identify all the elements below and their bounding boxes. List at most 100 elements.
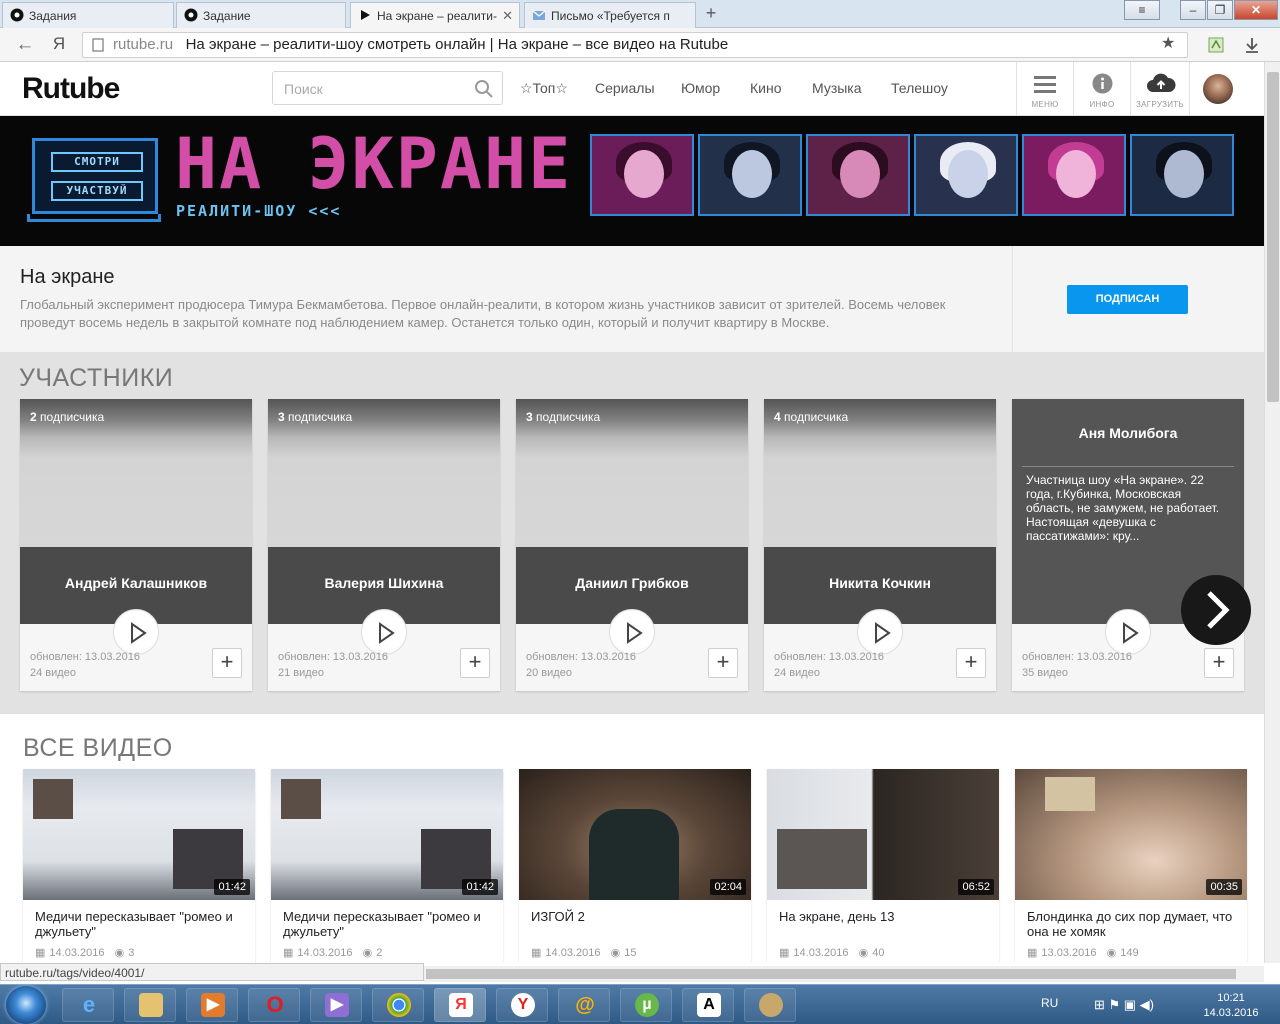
participant-card[interactable]: 3 подписчика Валерия Шихина обновлен: 13… [268,399,500,691]
video-card[interactable]: 06:52 На экране, день 13 ▦ 14.03.2016 ◉ 40 [767,769,999,963]
video-card[interactable]: 01:42 Медичи пересказывает "ромео и джул… [23,769,255,963]
maximize-button[interactable]: ❐ [1207,0,1233,20]
participant-name[interactable]: Валерия Шихина [268,575,500,591]
extension-icon[interactable] [1207,36,1225,54]
bookmark-star-icon[interactable]: ★ [1161,33,1175,53]
participant-card[interactable]: 3 подписчика Даниил Грибков обновлен: 13… [516,399,748,691]
banner-watch-button[interactable]: СМОТРИ [51,152,143,172]
taskbar-media-icon[interactable]: ▶ [186,988,238,1022]
taskbar-explorer-icon[interactable] [124,988,176,1022]
views-eye-icon: ◉ [858,947,869,959]
nav-top[interactable]: ☆Топ☆ [520,80,568,97]
taskbar-font-icon[interactable]: A [682,988,734,1022]
video-thumbnail[interactable]: 02:04 [519,769,751,900]
taskbar-opera-icon[interactable]: O [248,988,300,1022]
tab-pismo[interactable]: Письмо «Требуется п [524,2,696,28]
participant-name[interactable]: Андрей Калашников [20,575,252,591]
nav-music[interactable]: Музыка [812,80,862,96]
info-label: ИНФО [1089,100,1115,109]
tab-na-ekrane[interactable]: На экране – реалити- ✕ [350,2,520,28]
nav-serials[interactable]: Сериалы [595,80,655,96]
tab-zadanie[interactable]: Задание [176,2,346,28]
add-button[interactable]: + [460,648,490,678]
play-button[interactable] [1105,609,1151,655]
taskbar-utorrent-icon[interactable]: µ [620,988,672,1022]
chevron-right-icon [1207,591,1230,629]
nav-tvshow[interactable]: Телешоу [891,80,948,96]
tab-zadaniya[interactable]: Задания [2,2,174,28]
tray-icons[interactable]: ⊞ ⚑ ▣ ◀) [1094,997,1154,1013]
video-title[interactable]: Медичи пересказывает "ромео и джульету" [35,909,247,939]
back-arrow-icon[interactable]: ← [14,34,36,56]
video-thumbnail[interactable]: 01:42 [23,769,255,900]
play-button[interactable] [113,609,159,655]
participant-name[interactable]: Никита Кочкин [764,575,996,591]
info-button[interactable]: ИНФО [1073,62,1130,116]
tab-title: Письмо «Требуется п [551,9,670,23]
scrollbar-thumb[interactable] [426,969,1236,979]
tab-close-icon[interactable]: ✕ [502,8,513,24]
horizontal-scrollbar[interactable] [424,966,1264,982]
video-card[interactable]: 02:04 ИЗГОЙ 2 ▦ 14.03.2016 ◉ 15 [519,769,751,963]
taskbar-ie-icon[interactable]: e [62,988,114,1022]
system-clock[interactable]: 10:21 14.03.2016 [1196,991,1266,1021]
divider [1022,466,1234,467]
add-button[interactable]: + [708,648,738,678]
play-button[interactable] [361,609,407,655]
participant-name[interactable]: Даниил Грибков [516,575,748,591]
nav-humor[interactable]: Юмор [681,80,720,96]
taskbar-yandex-browser-icon[interactable]: Я [434,988,486,1022]
scrollbar-thumb[interactable] [1267,72,1279,402]
banner-title: НА ЭКРАНЕ [175,123,573,205]
taskbar-video-icon[interactable]: ▶ [310,988,362,1022]
participant-card[interactable]: 2 подписчика Андрей Калашников обновлен:… [20,399,252,691]
download-icon[interactable] [1243,36,1261,54]
video-thumbnail[interactable]: 00:35 [1015,769,1247,900]
page-icon [92,38,104,52]
video-thumbnail[interactable]: 01:42 [271,769,503,900]
video-thumbnail[interactable]: 06:52 [767,769,999,900]
taskbar-mail-agent-icon[interactable]: @ [558,988,610,1022]
participant-card[interactable]: 4 подписчика Никита Кочкин обновлен: 13.… [764,399,996,691]
play-button[interactable] [857,609,903,655]
show-banner: СМОТРИ УЧАСТВУЙ НА ЭКРАНЕ РЕАЛИТИ-ШОУ <<… [0,116,1264,246]
minimize-button[interactable]: – [1180,0,1206,20]
window-settings-button[interactable]: ≡ [1124,0,1160,20]
add-button[interactable]: + [1204,648,1234,678]
add-button[interactable]: + [956,648,986,678]
banner-join-button[interactable]: УЧАСТВУЙ [51,181,143,201]
play-icon [1123,622,1139,644]
video-title[interactable]: ИЗГОЙ 2 [531,909,743,924]
participant-name[interactable]: Аня Молибога [1012,425,1244,441]
video-card[interactable]: 00:35 Блондинка до сих пор думает, что о… [1015,769,1247,963]
start-button[interactable] [6,986,46,1024]
language-indicator[interactable]: RU [1041,996,1058,1010]
upload-button[interactable]: ЗАГРУЗИТЬ [1130,62,1189,116]
video-title[interactable]: Медичи пересказывает "ромео и джульету" [283,909,495,939]
close-window-button[interactable]: ✕ [1234,0,1278,20]
participant-card-featured[interactable]: Аня Молибога Участница шоу «На экране». … [1012,399,1244,691]
rutube-logo[interactable]: Rutube [22,72,120,106]
play-button[interactable] [609,609,655,655]
participant-photo [698,134,802,216]
url-input[interactable]: rutube.ru На экране – реалити-шоу смотре… [82,32,1188,58]
video-card[interactable]: 01:42 Медичи пересказывает "ромео и джул… [271,769,503,963]
taskbar-yandex-icon[interactable]: Y [496,988,548,1022]
vertical-scrollbar[interactable] [1264,62,1280,963]
search-input[interactable]: Поиск [272,71,503,105]
taskbar-paint-icon[interactable] [744,988,796,1022]
menu-button[interactable]: МЕНЮ [1016,62,1073,116]
carousel-next-button[interactable] [1181,575,1251,645]
yandex-logo-button[interactable]: Я [48,34,70,54]
avatar[interactable] [1203,74,1233,104]
subscribe-button[interactable]: ПОДПИСАН [1067,285,1188,314]
nav-kino[interactable]: Кино [750,80,782,96]
video-meta: ▦ 14.03.2016 ◉ 2 [283,947,383,959]
search-icon[interactable] [474,79,494,99]
video-title[interactable]: На экране, день 13 [779,909,991,924]
video-title[interactable]: Блондинка до сих пор думает, что она не … [1027,909,1239,939]
new-tab-button[interactable]: + [700,3,722,24]
card-footer: обновлен: 13.03.2016 24 видео + [20,609,252,691]
taskbar-chrome-icon[interactable] [372,988,424,1022]
add-button[interactable]: + [212,648,242,678]
